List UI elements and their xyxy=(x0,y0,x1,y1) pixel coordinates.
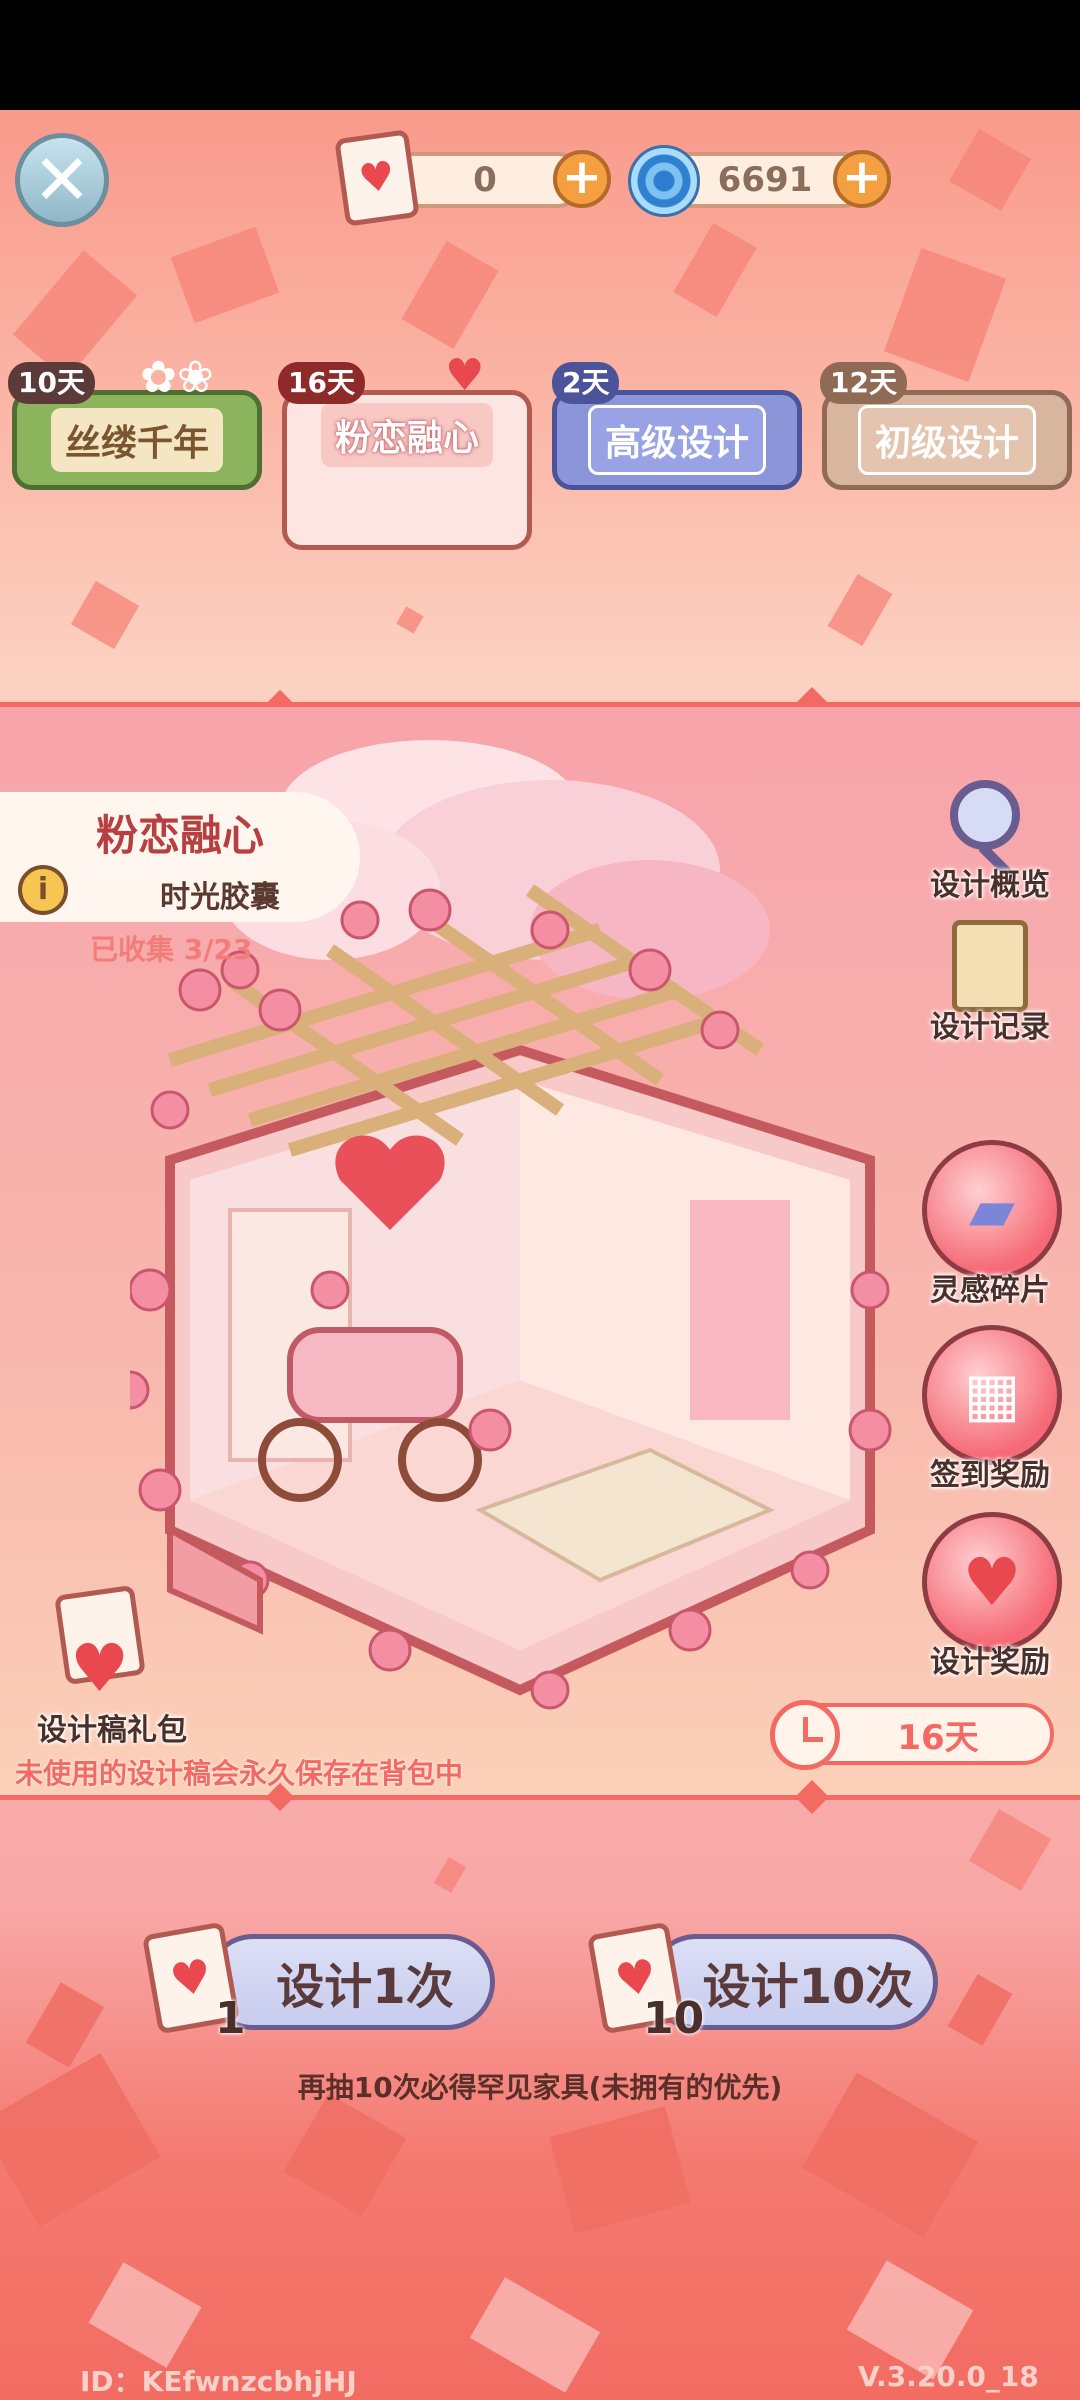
close-x-icon: ✕ xyxy=(32,139,92,221)
draw-ten-cost: 10 xyxy=(643,1993,705,2044)
flower-icon: ✿❀ xyxy=(140,352,214,403)
ticket-count: 0 xyxy=(473,160,497,200)
tab-basic-design[interactable]: 初级设计 xyxy=(822,390,1072,490)
collection-progress: 已收集 3/23 xyxy=(90,933,253,966)
draw-ten-label: 设计10次 xyxy=(702,1959,914,2015)
timer-text: 16天 xyxy=(897,1717,979,1758)
tab-advanced-design[interactable]: 高级设计 xyxy=(552,390,802,490)
tab-label: 高级设计 xyxy=(587,405,766,475)
panel-bottom-border xyxy=(0,1795,1080,1800)
tab-silk-millennium[interactable]: 丝缕千年 xyxy=(12,390,262,490)
set-subtitle: 时光胶囊 xyxy=(160,880,280,915)
inspiration-fragments-button[interactable]: ▰ xyxy=(922,1140,1062,1280)
checkin-reward-button[interactable]: ▦ xyxy=(922,1325,1062,1465)
tab-days-badge: 2天 xyxy=(552,362,620,404)
rewards-label: 设计奖励 xyxy=(930,1645,1050,1680)
tab-label: 粉恋融心 xyxy=(320,403,493,467)
gift-pack-button[interactable]: ♥ xyxy=(40,1584,150,1707)
calendar-icon: ▦ xyxy=(963,1360,1021,1430)
records-label: 设计记录 xyxy=(930,1010,1050,1045)
draw-once-label: 设计1次 xyxy=(276,1959,454,2015)
tab-label: 丝缕千年 xyxy=(50,408,223,472)
tab-days-badge: 10天 xyxy=(8,362,95,404)
heart-icon: ♥ xyxy=(445,350,485,401)
clipboard-icon xyxy=(952,920,1028,1012)
tab-label: 初级设计 xyxy=(857,405,1036,475)
design-reward-button[interactable]: ♥ xyxy=(922,1512,1062,1652)
tab-pink-melt[interactable]: 粉恋融心 xyxy=(282,390,532,550)
tab-days-badge: 16天 xyxy=(278,362,365,404)
magnifier-icon xyxy=(950,780,1020,850)
hearts-icon: ♥ xyxy=(962,1543,1022,1621)
pity-guarantee-text: 再抽10次必得罕见家具(未拥有的优先) xyxy=(297,2071,783,2104)
user-id: ID：KEfwnzcbhjHJ xyxy=(80,2365,357,2398)
overview-label: 设计概览 xyxy=(930,868,1050,903)
map-fragment-icon: ▰ xyxy=(968,1175,1016,1245)
add-crystals-button[interactable]: + xyxy=(833,150,891,208)
status-bar xyxy=(0,0,1080,110)
blue-swirl-icon xyxy=(628,145,700,217)
info-icon[interactable]: i xyxy=(18,865,68,915)
gift-pack-note: 未使用的设计稿会永久保存在背包中 xyxy=(15,1757,464,1790)
gift-pack-label: 设计稿礼包 xyxy=(37,1713,187,1748)
draw-once-button[interactable]: 设计1次 xyxy=(205,1934,495,2030)
draw-once-cost: 1 xyxy=(215,1993,246,2044)
app-version: V.3.20.0_18 xyxy=(858,2360,1039,2393)
crystal-count: 6691 xyxy=(717,160,813,200)
fragments-label: 灵感碎片 xyxy=(930,1273,1050,1308)
clock-icon xyxy=(770,1700,840,1770)
set-title: 粉恋融心 xyxy=(95,811,264,860)
tab-days-badge: 12天 xyxy=(820,362,907,404)
heart-ticket-icon: ♥ xyxy=(334,129,420,227)
gift-heart-icon: ♥ xyxy=(70,1630,130,1707)
checkin-label: 签到奖励 xyxy=(930,1458,1050,1493)
add-tickets-button[interactable]: + xyxy=(553,150,611,208)
close-button[interactable]: ✕ xyxy=(15,133,109,227)
